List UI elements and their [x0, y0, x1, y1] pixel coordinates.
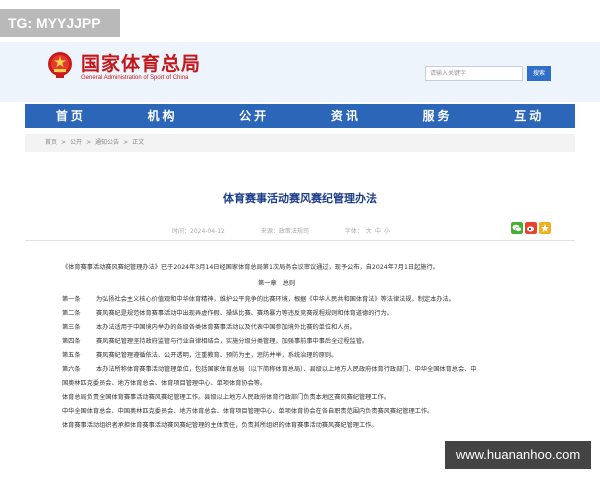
font-size-large[interactable]: 大: [366, 226, 372, 235]
site-title[interactable]: 国家体育总局: [81, 49, 201, 76]
font-size-small[interactable]: 小: [384, 226, 390, 235]
breadcrumb-separator: >: [123, 139, 129, 146]
clause-text: 本办法所称体育赛事活动管理单位，包括国家体育总局（以下简称体育总局）、县级以上地…: [96, 366, 477, 373]
meta-divider: [25, 240, 575, 241]
font-size-medium[interactable]: 中: [375, 226, 381, 235]
search-button[interactable]: 搜索: [527, 66, 551, 81]
breadcrumb-current: 正文: [132, 139, 145, 146]
clause-label: 第二条: [62, 310, 81, 317]
font-size-control: 字体： 大 中 小: [345, 226, 390, 235]
clause-label: 第一条: [62, 296, 81, 303]
breadcrumb: 首页 > 公开 > 通知公告 > 正文: [25, 134, 575, 152]
breadcrumb-notices[interactable]: 通知公告: [95, 134, 119, 152]
clause-text: 赛风赛纪管理坚持政府监管与行业自律相结合，实施分级分类管理，加强事前事中事后全过…: [96, 338, 369, 345]
font-size-label: 字体：: [344, 228, 363, 235]
body-paragraph: 体育总局负责全国体育赛事活动赛风赛纪管理工作。县级以上地方人民政府体育行政部门负…: [62, 394, 390, 401]
article-clause: 第五条 赛风赛纪管理遵循依法、公开透明，注重教育、预防为主，惩防并举，系统治理的原…: [62, 350, 337, 359]
breadcrumb-separator: >: [61, 139, 67, 146]
article-meta: 时间：2024-04-12 来源：政策法规司 字体： 大 中 小: [172, 226, 390, 235]
clause-label: 第五条: [62, 352, 81, 359]
article-clause: 第六条 本办法所称体育赛事活动管理单位，包括国家体育总局（以下简称体育总局）、县级…: [62, 364, 477, 373]
weibo-icon[interactable]: [525, 222, 537, 234]
article-clause: 第三条 本办法适用于中国境内举办的各级各类体育赛事活动以及代表中国参加境外比赛的单…: [62, 322, 356, 331]
breadcrumb-public[interactable]: 公开: [70, 134, 82, 152]
search-placeholder: 请输入关键字: [430, 70, 467, 77]
article-title: 体育赛事活动赛风赛纪管理办法: [223, 192, 377, 205]
clause-text: 为弘扬社会主义核心价值观和中华体育精神，维护公平竞争的比赛环境，根据《中华人民共…: [96, 296, 455, 303]
body-paragraph: 中华全国体育总会、中国奥林匹克委员会、地方体育总会、体育项目管理中心、单项体育协…: [62, 408, 434, 415]
nav-item-interaction[interactable]: 互动: [483, 104, 575, 128]
clause-text: 赛风赛纪是规范体育赛事活动中出现弄虚作假、操纵比赛、赛场暴力等违反竞赛规程规则和…: [96, 310, 393, 317]
search-input[interactable]: 请输入关键字: [425, 66, 523, 81]
nav-item-public[interactable]: 公开: [208, 104, 300, 128]
article-clause: 第四条 赛风赛纪管理坚持政府监管与行业自律相结合，实施分级分类管理，加强事前事中事…: [62, 336, 368, 345]
nav-item-home[interactable]: 首页: [25, 104, 117, 128]
nav-item-service[interactable]: 服务: [392, 104, 484, 128]
breadcrumb-home[interactable]: 首页: [45, 134, 57, 152]
watermark: www.huananhoo.com: [445, 441, 591, 469]
national-emblem-icon: [48, 52, 72, 78]
article-intro: 《体育赛事活动赛风赛纪管理办法》已于2024年3月14日经国家体育总局第1次局务…: [62, 264, 439, 271]
chapter-heading: 第一章 总则: [258, 280, 296, 287]
share-bar: [511, 222, 551, 234]
clause-text: 本办法适用于中国境内举办的各级各类体育赛事活动以及代表中国参加境外比赛的单位和人…: [96, 324, 356, 331]
nav-item-organization[interactable]: 机构: [117, 104, 209, 128]
main-nav: 首页 机构 公开 资讯 服务 互动: [25, 104, 575, 128]
qzone-icon[interactable]: [539, 222, 551, 234]
body-paragraph: 国奥林匹克委员会、地方体育总会、体育项目管理中心、单项体育协会等。: [62, 380, 267, 387]
overlay-tag: TG: MYYJJPP: [0, 9, 120, 37]
article-clause: 第二条 赛风赛纪是规范体育赛事活动中出现弄虚作假、操纵比赛、赛场暴力等违反竞赛规程…: [62, 308, 393, 317]
site-subtitle: General Administration of Sport of China: [81, 75, 189, 81]
breadcrumb-separator: >: [86, 139, 92, 146]
clause-label: 第四条: [62, 338, 81, 345]
body-paragraph: 体育赛事活动组织者承担体育赛事活动赛风赛纪管理的主体责任，负责其所组织的体育赛事…: [62, 422, 378, 429]
wechat-icon[interactable]: [511, 222, 523, 234]
nav-item-news[interactable]: 资讯: [300, 104, 392, 128]
article-date: 时间：2024-04-12: [172, 228, 225, 235]
article-clause: 第一条 为弘扬社会主义核心价值观和中华体育精神，维护公平竞争的比赛环境，根据《中华…: [62, 294, 455, 303]
article-source: 来源：政策法规司: [260, 228, 309, 235]
clause-text: 赛风赛纪管理遵循依法、公开透明，注重教育、预防为主，惩防并举，系统治理的原则。: [96, 352, 338, 359]
clause-label: 第三条: [62, 324, 81, 331]
clause-label: 第六条: [62, 366, 81, 373]
